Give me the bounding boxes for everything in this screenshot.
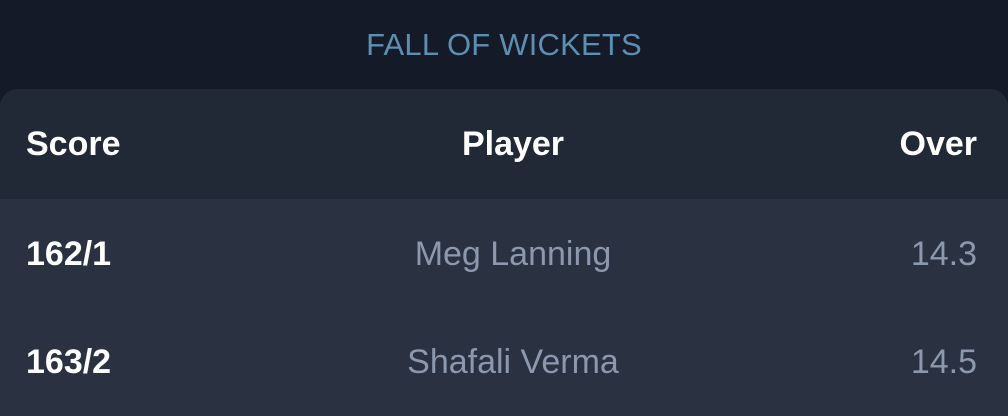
- table-row: 163/2 Shafali Verma 14.5: [0, 309, 1008, 416]
- fall-of-wickets-panel: FALL OF WICKETS Score Player Over 162/1 …: [0, 0, 1008, 416]
- wicket-player[interactable]: Shafali Verma: [0, 343, 1008, 382]
- wicket-over: 14.5: [910, 343, 977, 381]
- wicket-player[interactable]: Meg Lanning: [0, 235, 1008, 274]
- column-header-over: Over: [899, 124, 978, 163]
- table-header: Score Player Over: [0, 89, 1008, 199]
- wicket-over: 14.3: [910, 234, 977, 273]
- column-header-player: Player: [461, 124, 565, 163]
- table-row: 162/1 Meg Lanning 14.3: [0, 199, 1008, 309]
- section-title: FALL OF WICKETS: [366, 27, 642, 62]
- fall-of-wickets-table: Score Player Over 162/1 Meg Lanning 14.3…: [0, 89, 1008, 416]
